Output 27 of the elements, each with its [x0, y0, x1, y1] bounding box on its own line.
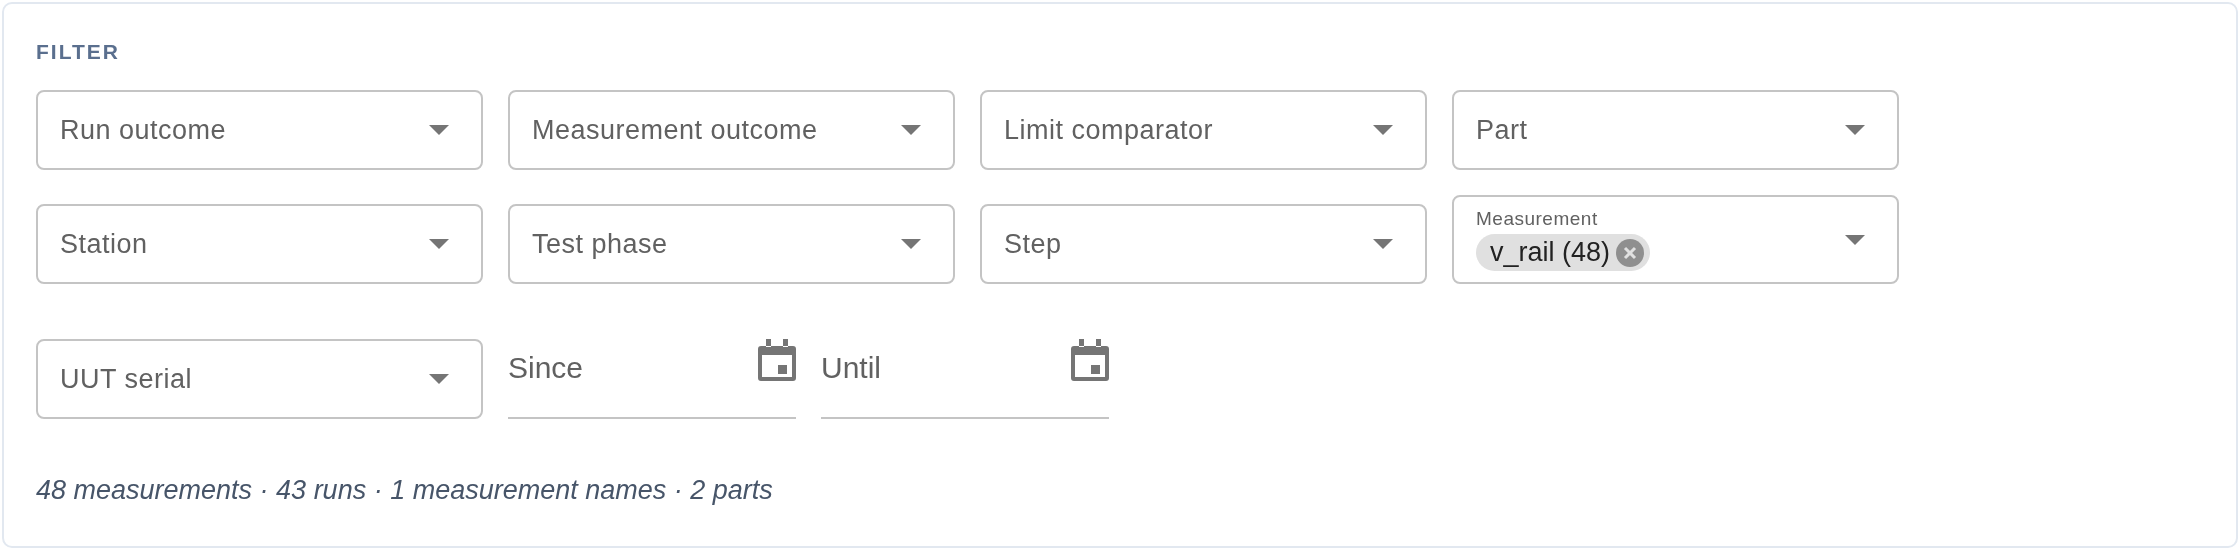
select-field[interactable]: Part — [1452, 90, 1899, 170]
caret-icon — [1373, 239, 1393, 249]
select-field[interactable]: Step — [980, 204, 1427, 284]
calendar-icon[interactable] — [758, 339, 796, 381]
caret-icon — [1845, 125, 1865, 135]
select-field[interactable]: Station — [36, 204, 483, 284]
caret-icon — [901, 125, 921, 135]
date-field[interactable]: Until — [821, 329, 1109, 419]
select-field[interactable]: Limit comparator — [980, 90, 1427, 170]
select-field[interactable]: Measurement outcome — [508, 90, 955, 170]
select-field[interactable]: Run outcome — [36, 90, 483, 170]
calendar-icon[interactable] — [1071, 339, 1109, 381]
caret-icon — [429, 374, 449, 384]
caret-icon — [1845, 234, 1865, 245]
caret-icon — [429, 125, 449, 135]
caret-icon — [429, 239, 449, 249]
date-field[interactable]: Since — [508, 329, 796, 419]
clear-icon[interactable] — [1616, 238, 1645, 267]
caret-icon — [1373, 125, 1393, 135]
select-field[interactable]: Test phase — [508, 204, 955, 284]
summary-text: 48 measurements · 43 runs · 1 measurement names · 2 parts — [36, 475, 774, 506]
field-label: Measurement — [1476, 208, 1599, 230]
select-field[interactable]: Measurement v_rail (48) — [1452, 195, 1899, 284]
chip[interactable]: v_rail (48) — [1476, 234, 1651, 271]
caret-icon — [901, 239, 921, 249]
select-field[interactable]: UUT serial — [36, 339, 483, 419]
section-title: FILTER — [36, 40, 121, 64]
